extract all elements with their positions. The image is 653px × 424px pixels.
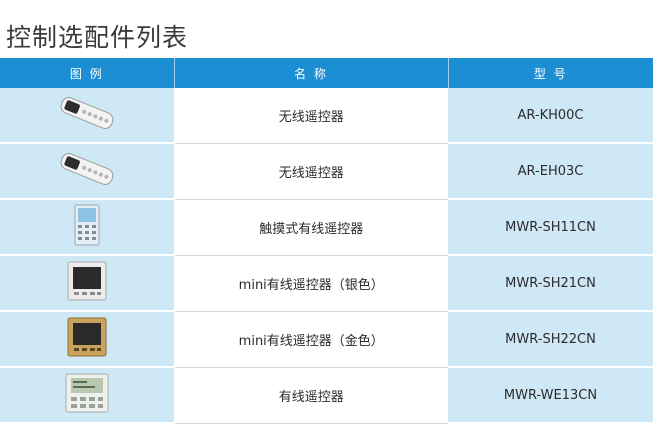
model-cell: MWR-SH21CN — [448, 255, 653, 312]
table-row: 有线遥控器 MWR-WE13CN — [0, 367, 653, 424]
illustration-cell — [0, 367, 175, 424]
header-model: 型 号 — [448, 58, 653, 88]
model-cell: MWR-SH11CN — [448, 199, 653, 256]
name-cell: 无线遥控器 — [174, 88, 448, 144]
wireless-remote-icon — [56, 152, 118, 190]
header-name: 名 称 — [174, 58, 449, 88]
name-cell: mini有线遥控器（银色） — [174, 255, 448, 312]
accessory-table: 图 例 名 称 型 号 无线遥控器 AR-KH00C 无线遥控器 AR-EH03… — [0, 58, 653, 424]
model-cell: MWR-WE13CN — [448, 367, 653, 424]
illustration-cell — [0, 255, 175, 312]
mini-wired-controller-silver-icon — [67, 261, 107, 305]
model-cell: MWR-SH22CN — [448, 311, 653, 368]
wired-controller-icon — [65, 373, 109, 417]
table-row: mini有线遥控器（金色） MWR-SH22CN — [0, 311, 653, 368]
page-title: 控制选配件列表 — [6, 23, 189, 52]
illustration-cell — [0, 143, 175, 200]
touch-wired-controller-icon — [74, 204, 100, 250]
table-row: 无线遥控器 AR-KH00C — [0, 88, 653, 144]
header-illustration: 图 例 — [0, 58, 175, 88]
table-row: mini有线遥控器（银色） MWR-SH21CN — [0, 255, 653, 312]
table-header-row: 图 例 名 称 型 号 — [0, 58, 653, 88]
table-row: 触摸式有线遥控器 MWR-SH11CN — [0, 199, 653, 256]
page: 控制选配件列表 图 例 名 称 型 号 无线遥控器 AR-KH00C 无线遥控器… — [0, 0, 653, 424]
name-cell: 有线遥控器 — [174, 367, 448, 424]
table-row: 无线遥控器 AR-EH03C — [0, 143, 653, 200]
mini-wired-controller-gold-icon — [67, 317, 107, 361]
model-cell: AR-KH00C — [448, 88, 653, 144]
name-cell: mini有线遥控器（金色） — [174, 311, 448, 368]
illustration-cell — [0, 88, 175, 144]
model-cell: AR-EH03C — [448, 143, 653, 200]
wireless-remote-icon — [56, 96, 118, 134]
name-cell: 无线遥控器 — [174, 143, 448, 200]
name-cell: 触摸式有线遥控器 — [174, 199, 448, 256]
illustration-cell — [0, 311, 175, 368]
illustration-cell — [0, 199, 175, 256]
